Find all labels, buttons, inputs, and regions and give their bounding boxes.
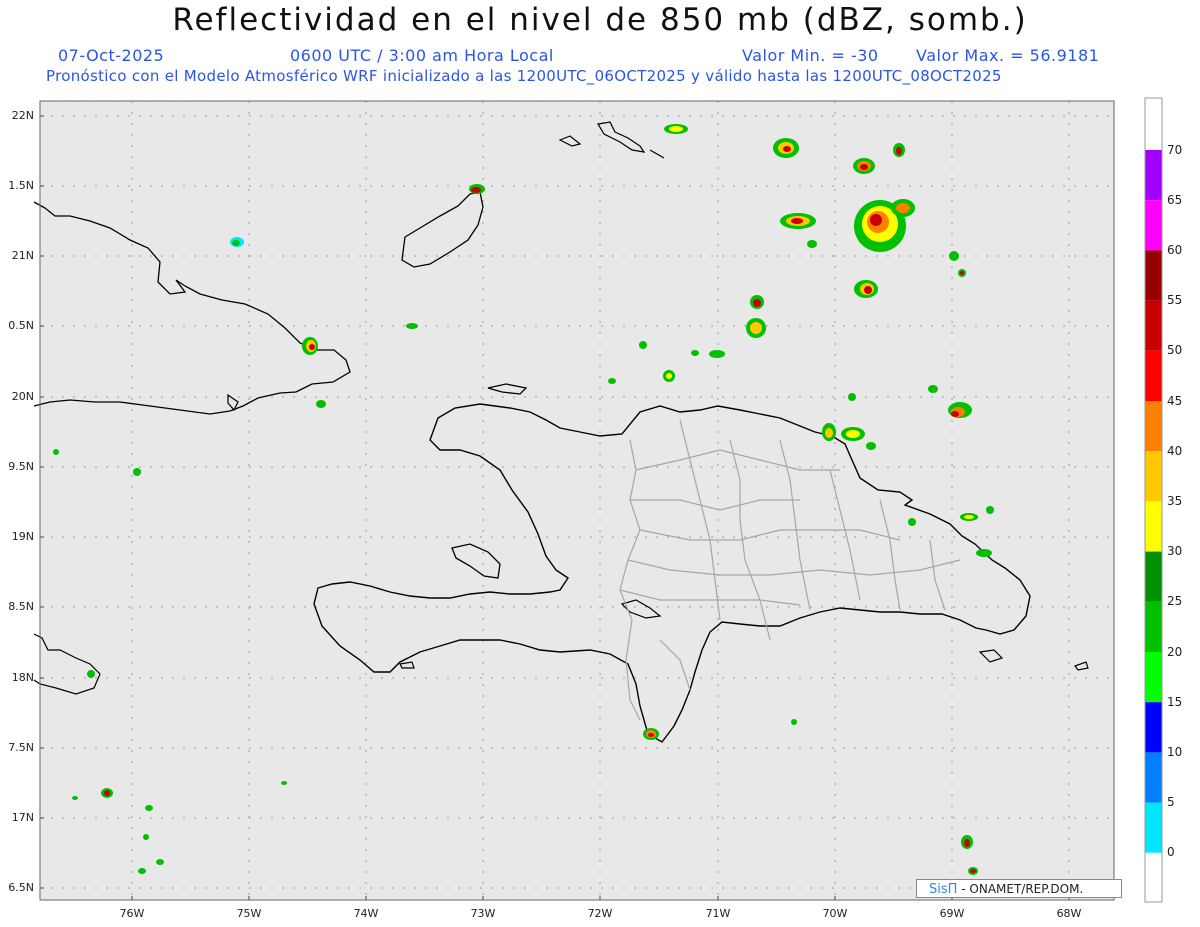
colorbar-segment	[1145, 501, 1162, 552]
echo-cell	[72, 796, 78, 800]
lat-label: 17N	[11, 811, 34, 824]
credit-text: - ONAMET/REP.DOM.	[961, 882, 1084, 896]
lat-label: 1.5N	[8, 179, 34, 192]
lon-label: 75W	[236, 907, 262, 920]
lat-label: 18N	[11, 671, 34, 684]
colorbar-segment	[1145, 150, 1162, 201]
lat-label: 6.5N	[8, 881, 34, 894]
colorbar-segment	[1145, 200, 1162, 251]
echo-cell	[949, 251, 959, 261]
echo-cell	[143, 834, 149, 840]
lon-label: 70W	[822, 907, 848, 920]
echo-cell	[53, 449, 59, 455]
echo-cell	[145, 805, 153, 811]
echo-cell	[709, 350, 725, 358]
colorbar-segment	[1145, 401, 1162, 452]
colorbar-label: 35	[1167, 494, 1183, 508]
colorbar-segment	[1145, 652, 1162, 703]
colorbar-segment	[1145, 451, 1162, 502]
lat-label: 19N	[11, 530, 34, 543]
echo-cell	[928, 385, 938, 393]
lon-label: 72W	[587, 907, 613, 920]
colorbar	[1144, 97, 1163, 903]
colorbar-label: 55	[1167, 293, 1183, 307]
colorbar-label: 25	[1167, 594, 1183, 608]
lat-label: 9.5N	[8, 460, 34, 473]
lat-label: 20N	[11, 390, 34, 403]
colorbar-segment	[1145, 350, 1162, 401]
echo-cell	[281, 781, 287, 785]
lat-label: 8.5N	[8, 600, 34, 613]
colorbar-label: 40	[1167, 444, 1183, 458]
echo-cell	[848, 393, 856, 401]
lat-label: 21N	[11, 249, 34, 262]
echo-cell	[133, 468, 141, 476]
sispi-logo: SisΠ	[929, 882, 958, 897]
echo-cell	[406, 323, 418, 329]
colorbar-segment	[1145, 702, 1162, 753]
echo-cell	[791, 719, 797, 725]
colorbar-label: 15	[1167, 695, 1183, 709]
colorbar-label: 50	[1167, 343, 1183, 357]
echo-cell	[87, 670, 95, 678]
lon-label: 74W	[353, 907, 379, 920]
echo-cell	[807, 240, 817, 248]
colorbar-cap-top	[1145, 98, 1162, 150]
echo-cell	[691, 350, 699, 356]
lon-label: 71W	[705, 907, 731, 920]
echo-cell	[866, 442, 876, 450]
colorbar-label: 20	[1167, 645, 1183, 659]
colorbar-segment	[1145, 802, 1162, 853]
colorbar-label: 45	[1167, 394, 1183, 408]
lat-label: 22N	[11, 109, 34, 122]
echo-cell	[608, 378, 616, 384]
colorbar-segment	[1145, 852, 1162, 903]
colorbar-label: 30	[1167, 544, 1183, 558]
lon-label: 69W	[939, 907, 965, 920]
colorbar-segment	[1145, 250, 1162, 301]
echo-cell	[986, 506, 994, 514]
colorbar-segment	[1145, 300, 1162, 351]
map-background	[40, 101, 1114, 900]
echo-cell	[156, 859, 164, 865]
colorbar-segment	[1145, 752, 1162, 803]
echo-cell	[908, 518, 916, 526]
echo-cell	[639, 341, 647, 349]
echo-cell	[976, 549, 992, 557]
colorbar-label: 70	[1167, 143, 1183, 157]
colorbar-segment	[1145, 601, 1162, 652]
map-canvas	[33, 97, 1163, 903]
colorbar-label: 65	[1167, 193, 1183, 207]
echo-cell	[316, 400, 326, 408]
credit-box: SisΠ - ONAMET/REP.DOM.	[916, 879, 1122, 898]
lon-label: 76W	[119, 907, 145, 920]
colorbar-segment	[1145, 551, 1162, 602]
echo-cell	[138, 868, 146, 874]
colorbar-label: 10	[1167, 745, 1183, 759]
lat-label: 0.5N	[8, 319, 34, 332]
colorbar-label: 5	[1167, 795, 1175, 809]
colorbar-label: 60	[1167, 243, 1183, 257]
lat-label: 7.5N	[8, 741, 34, 754]
lon-label: 68W	[1056, 907, 1082, 920]
colorbar-label: 0	[1167, 845, 1175, 859]
lon-label: 73W	[470, 907, 496, 920]
